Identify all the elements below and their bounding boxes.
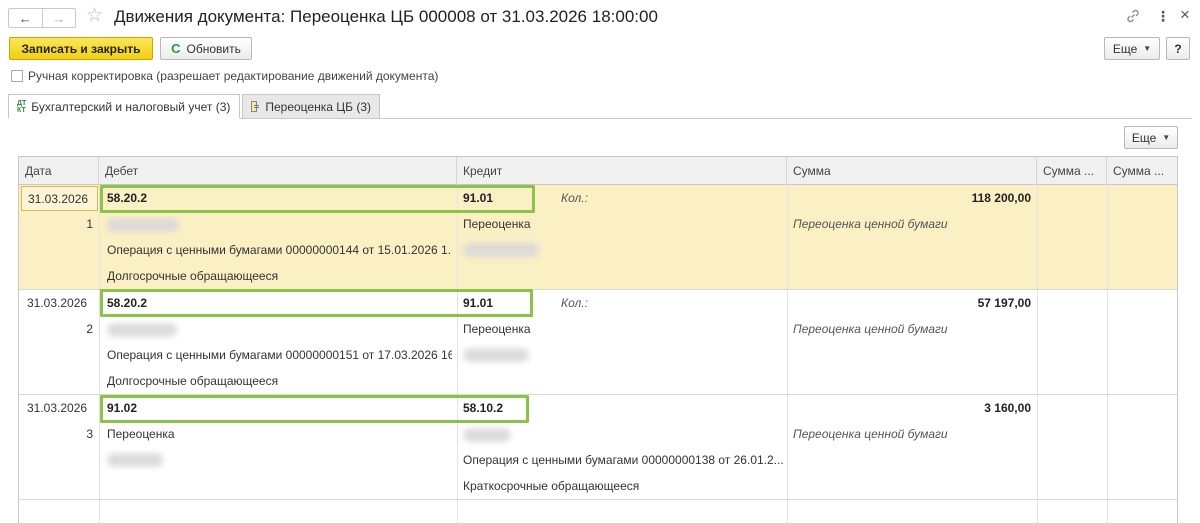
- col-date[interactable]: Дата: [19, 157, 99, 185]
- entry-content: Переоценка ценной бумаги: [793, 217, 948, 231]
- more-menu-button[interactable]: Еще ▼: [1104, 37, 1160, 60]
- amount: 3 160,00: [984, 401, 1031, 415]
- annotation-highlight-row-2: [100, 289, 533, 317]
- close-icon[interactable]: ×: [1180, 6, 1190, 24]
- help-button[interactable]: ?: [1166, 37, 1190, 60]
- manual-correction-row: Ручная корректировка (разрешает редактир…: [11, 69, 438, 83]
- annotation-highlight-row-1: [100, 185, 535, 213]
- debit-subconto-operation: Операция с ценными бумагами 00000000144 …: [107, 243, 452, 257]
- credit-subconto: Переоценка: [463, 217, 531, 231]
- credit-qty-label: Кол.:: [561, 191, 588, 205]
- debit-subconto-type: Долгосрочные обращающееся: [107, 374, 279, 388]
- register-icon: [251, 101, 260, 112]
- row-number: 2: [86, 322, 93, 336]
- debit-credit-icon: ДТ КТ: [17, 99, 27, 114]
- col-amount[interactable]: Сумма: [787, 157, 1037, 185]
- manual-correction-label[interactable]: Ручная корректировка (разрешает редактир…: [28, 69, 438, 83]
- table-more-label: Еще: [1131, 130, 1157, 145]
- redacted-subconto: [463, 243, 539, 257]
- col-amount-3[interactable]: Сумма ...: [1107, 157, 1177, 185]
- row-date[interactable]: 31.03.2026: [27, 395, 87, 421]
- redacted-subconto: [463, 428, 511, 442]
- row-number: 3: [86, 427, 93, 441]
- col-debit[interactable]: Дебет: [99, 157, 457, 185]
- redacted-subconto: [463, 348, 529, 362]
- history-nav: ← →: [8, 8, 76, 28]
- more-label: Еще: [1112, 41, 1138, 56]
- amount: 118 200,00: [971, 191, 1031, 205]
- debit-subconto-type: Долгосрочные обращающееся: [107, 269, 279, 283]
- save-and-close-button[interactable]: Записать и закрыть: [9, 37, 153, 60]
- redacted-subconto: [107, 323, 177, 337]
- table-header: Дата Дебет Кредит Сумма Сумма ... Сумма …: [19, 157, 1177, 185]
- refresh-icon: C: [171, 41, 181, 56]
- debit-subconto-operation: Операция с ценными бумагами 00000000151 …: [107, 348, 452, 362]
- col-amount-2[interactable]: Сумма ...: [1037, 157, 1107, 185]
- col-credit[interactable]: Кредит: [457, 157, 787, 185]
- row-date[interactable]: 31.03.2026: [21, 186, 98, 211]
- redacted-subconto: [107, 218, 179, 232]
- table-more-button[interactable]: Еще ▼: [1124, 126, 1178, 149]
- credit-subconto-type: Краткосрочные обращающееся: [463, 479, 640, 493]
- redacted-subconto: [107, 453, 163, 467]
- manual-correction-checkbox[interactable]: [11, 70, 23, 82]
- link-icon[interactable]: [1125, 8, 1141, 24]
- tab-accounting-label: Бухгалтерский и налоговый учет (3): [31, 99, 231, 114]
- debit-subconto: Переоценка: [107, 427, 175, 441]
- amount: 57 197,00: [977, 296, 1031, 310]
- credit-qty-label: Кол.:: [561, 296, 588, 310]
- forward-arrow-icon[interactable]: →: [43, 9, 76, 27]
- entry-content: Переоценка ценной бумаги: [793, 322, 948, 336]
- empty-row: [19, 500, 1177, 523]
- tab-accounting[interactable]: ДТ КТ Бухгалтерский и налоговый учет (3): [8, 94, 240, 119]
- window-title: Движения документа: Переоценка ЦБ 000008…: [114, 7, 658, 26]
- chevron-down-icon: ▼: [1143, 44, 1152, 53]
- chevron-down-icon: ▼: [1162, 133, 1171, 142]
- row-number: 1: [86, 217, 93, 231]
- favorite-star-icon[interactable]: ☆: [86, 5, 103, 27]
- refresh-button[interactable]: C Обновить: [160, 37, 252, 60]
- credit-subconto-operation: Операция с ценными бумагами 00000000138 …: [463, 453, 783, 467]
- entry-content: Переоценка ценной бумаги: [793, 427, 948, 441]
- tab-revaluation-label: Переоценка ЦБ (3): [265, 99, 371, 114]
- credit-subconto: Переоценка: [463, 322, 531, 336]
- more-vertical-icon[interactable]: ⋮: [1156, 8, 1170, 24]
- title-bar: ← → ☆ Движения документа: Переоценка ЦБ …: [0, 0, 1200, 36]
- back-arrow-icon[interactable]: ←: [9, 9, 43, 27]
- refresh-label: Обновить: [186, 41, 241, 56]
- annotation-highlight-row-3: [100, 395, 529, 423]
- tab-revaluation[interactable]: Переоценка ЦБ (3): [242, 94, 380, 119]
- row-date[interactable]: 31.03.2026: [27, 290, 87, 316]
